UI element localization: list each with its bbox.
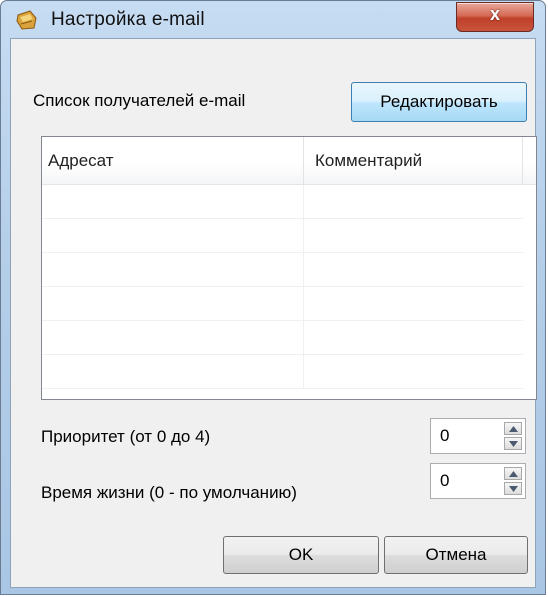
list-row[interactable] — [42, 185, 523, 219]
lifetime-value[interactable]: 0 — [440, 471, 449, 491]
edit-recipients-button-label: Редактировать — [380, 92, 498, 111]
lifetime-label: Время жизни (0 - по умолчанию) — [41, 483, 297, 502]
list-row[interactable] — [42, 219, 523, 253]
list-row[interactable] — [42, 287, 523, 321]
priority-value[interactable]: 0 — [440, 426, 449, 446]
recipients-label: Список получателей e-mail — [33, 91, 246, 110]
list-row[interactable] — [42, 321, 523, 355]
list-header: Адресат Комментарий — [42, 137, 536, 185]
priority-spinbox[interactable]: 0 — [430, 418, 526, 454]
lifetime-down-arrow-icon[interactable] — [504, 482, 522, 495]
email-settings-icon — [15, 9, 39, 31]
lifetime-spinbox[interactable]: 0 — [430, 463, 526, 499]
priority-label: Приоритет (от 0 до 4) — [41, 427, 211, 446]
lifetime-up-arrow-icon[interactable] — [504, 467, 522, 480]
list-row[interactable] — [42, 253, 523, 287]
cancel-button-label: Отмена — [425, 545, 487, 564]
window-title: Настройка e-mail — [51, 9, 205, 30]
priority-up-arrow-icon[interactable] — [504, 422, 522, 435]
edit-recipients-button[interactable]: Редактировать — [351, 82, 527, 122]
dialog-window: Настройка e-mail x Список получателей e-… — [0, 0, 546, 595]
close-icon: x — [489, 4, 500, 24]
priority-down-arrow-icon[interactable] — [504, 437, 522, 450]
dialog-body: Список получателей e-mail Редактировать … — [10, 38, 537, 588]
ok-button-label: OK — [288, 545, 314, 564]
column-header-comment[interactable]: Комментарий — [304, 137, 523, 184]
ok-button[interactable]: OK — [223, 536, 379, 574]
column-header-addressee[interactable]: Адресат — [42, 137, 304, 184]
cancel-button[interactable]: Отмена — [384, 536, 528, 574]
list-row[interactable] — [42, 355, 523, 389]
close-button[interactable]: x — [456, 2, 534, 32]
title-bar[interactable]: Настройка e-mail x — [1, 1, 545, 37]
recipients-list[interactable]: Адресат Комментарий — [41, 136, 537, 400]
